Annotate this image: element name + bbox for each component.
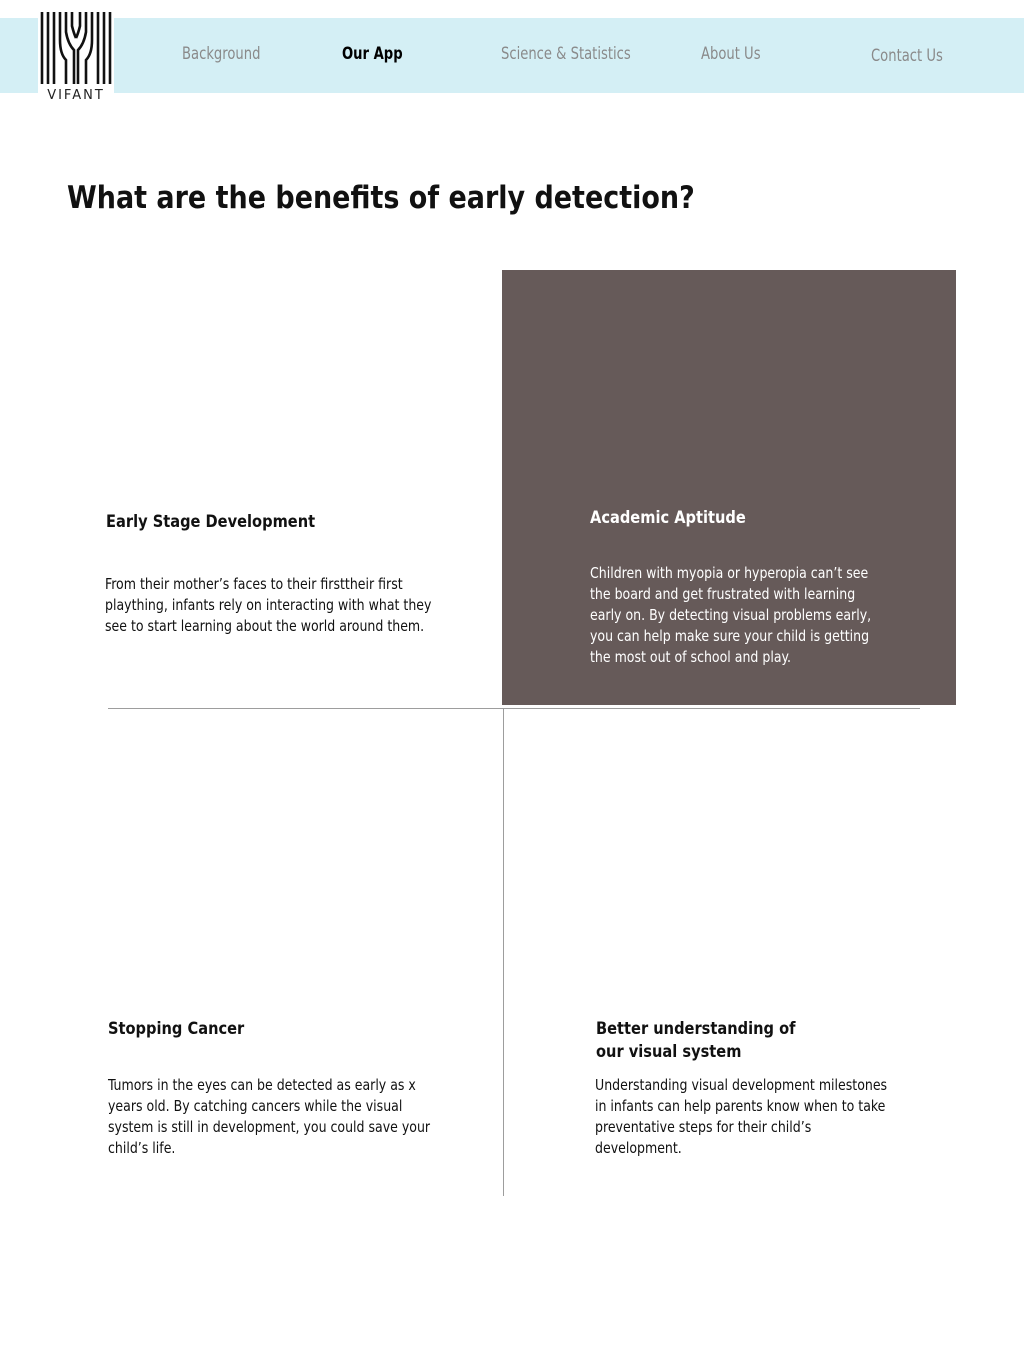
card-heading-visual-system: Better understanding of our visual syste… [596,1019,796,1062]
logo-mark-icon [40,12,112,84]
card-body-stopping-cancer: Tumors in the eyes can be detected as ea… [108,1076,431,1157]
page-title: What are the benefits of early detection… [67,180,695,216]
nav-link-contact-us[interactable]: Contact Us [871,46,943,66]
nav-link-our-app[interactable]: Our App [342,44,403,64]
horizontal-divider [108,708,920,709]
brand-name: VIFANT [47,88,105,103]
nav-link-background[interactable]: Background [182,44,260,64]
vifant-logo[interactable]: VIFANT [38,10,114,106]
card-heading-early-stage-development: Early Stage Development [106,512,316,532]
vertical-divider [503,708,504,1196]
card-body-academic-aptitude: Children with myopia or hyperopia can’t … [590,564,872,666]
nav-link-science-statistics[interactable]: Science & Statistics [501,44,631,64]
card-body-early-stage-development: From their mother’s faces to their first… [105,575,432,635]
card-body-visual-system: Understanding visual development milesto… [595,1076,888,1157]
card-heading-stopping-cancer: Stopping Cancer [108,1019,245,1039]
nav-link-about-us[interactable]: About Us [701,44,761,64]
card-heading-academic-aptitude: Academic Aptitude [590,508,746,528]
